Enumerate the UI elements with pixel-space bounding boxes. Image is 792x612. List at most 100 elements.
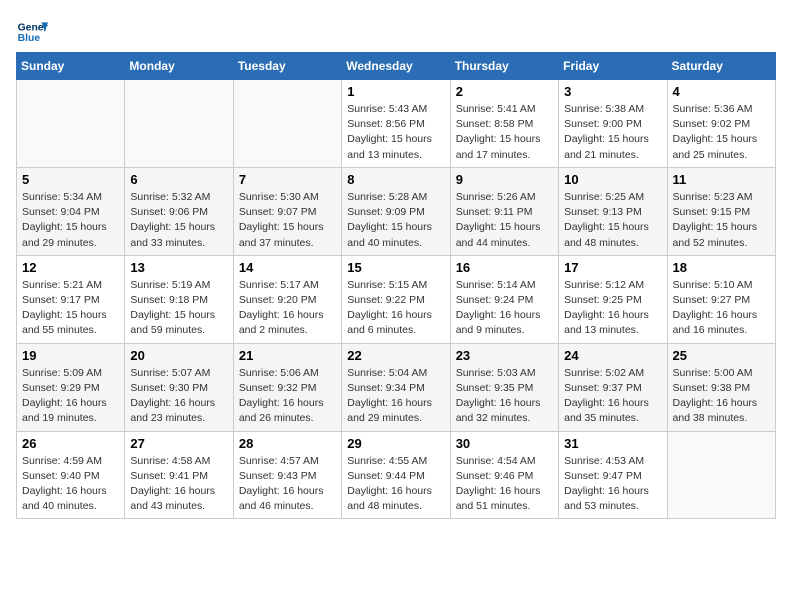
- calendar-cell: 27Sunrise: 4:58 AM Sunset: 9:41 PM Dayli…: [125, 431, 233, 519]
- calendar-cell: 24 Sunrise: 5:02 AM Sunset: 9:37 PM Dayli…: [559, 343, 667, 431]
- calendar-cell: 25 Sunrise: 5:00 AM Sunset: 9:38 PM Dayli…: [667, 343, 775, 431]
- day-info: Sunrise: 5:28 AM Sunset: 9:09 PM Dayligh…: [347, 190, 444, 251]
- day-info: Sunrise: 5:30 AM Sunset: 9:07 PM Dayligh…: [239, 190, 336, 251]
- week-row-3: 12 Sunrise: 5:21 AM Sunset: 9:17 PM Dayli…: [17, 255, 776, 343]
- day-info: Sunrise: 5:32 AM Sunset: 9:06 PM Dayligh…: [130, 190, 227, 251]
- week-row-1: 1Sunrise: 5:43 AM Sunset: 8:56 PM Daylig…: [17, 80, 776, 168]
- day-info: Sunrise: 5:04 AM Sunset: 9:34 PM Dayligh…: [347, 366, 444, 427]
- day-info: Sunrise: 5:36 AM Sunset: 9:02 PM Dayligh…: [673, 102, 770, 163]
- calendar-cell: 15 Sunrise: 5:15 AM Sunset: 9:22 PM Dayli…: [342, 255, 450, 343]
- calendar-cell: [233, 80, 341, 168]
- day-number: 19: [22, 348, 119, 363]
- day-number: 15: [347, 260, 444, 275]
- calendar-cell: 3 Sunrise: 5:38 AM Sunset: 9:00 PM Daylig…: [559, 80, 667, 168]
- day-number: 5: [22, 172, 119, 187]
- day-info: Sunrise: 5:15 AM Sunset: 9:22 PM Dayligh…: [347, 278, 444, 339]
- day-header-tuesday: Tuesday: [233, 53, 341, 80]
- day-info: Sunrise: 4:59 AM Sunset: 9:40 PM Dayligh…: [22, 454, 119, 515]
- day-number: 8: [347, 172, 444, 187]
- calendar-cell: [17, 80, 125, 168]
- day-number: 18: [673, 260, 770, 275]
- day-number: 23: [456, 348, 553, 363]
- calendar-cell: 5 Sunrise: 5:34 AM Sunset: 9:04 PM Daylig…: [17, 167, 125, 255]
- day-info: Sunrise: 5:02 AM Sunset: 9:37 PM Dayligh…: [564, 366, 661, 427]
- day-info: Sunrise: 5:12 AM Sunset: 9:25 PM Dayligh…: [564, 278, 661, 339]
- calendar-cell: [125, 80, 233, 168]
- day-number: 25: [673, 348, 770, 363]
- calendar-cell: 12 Sunrise: 5:21 AM Sunset: 9:17 PM Dayli…: [17, 255, 125, 343]
- week-row-4: 19 Sunrise: 5:09 AM Sunset: 9:29 PM Dayli…: [17, 343, 776, 431]
- day-info: Sunrise: 5:25 AM Sunset: 9:13 PM Dayligh…: [564, 190, 661, 251]
- day-number: 14: [239, 260, 336, 275]
- day-number: 17: [564, 260, 661, 275]
- calendar-cell: 23 Sunrise: 5:03 AM Sunset: 9:35 PM Dayli…: [450, 343, 558, 431]
- day-header-friday: Friday: [559, 53, 667, 80]
- calendar-cell: 10 Sunrise: 5:25 AM Sunset: 9:13 PM Dayli…: [559, 167, 667, 255]
- day-info: Sunrise: 5:06 AM Sunset: 9:32 PM Dayligh…: [239, 366, 336, 427]
- day-info: Sunrise: 4:55 AM Sunset: 9:44 PM Dayligh…: [347, 454, 444, 515]
- calendar-cell: 4 Sunrise: 5:36 AM Sunset: 9:02 PM Daylig…: [667, 80, 775, 168]
- svg-text:Blue: Blue: [18, 33, 41, 44]
- day-info: Sunrise: 5:14 AM Sunset: 9:24 PM Dayligh…: [456, 278, 553, 339]
- day-info: Sunrise: 5:41 AM Sunset: 8:58 PM Dayligh…: [456, 102, 553, 163]
- day-number: 9: [456, 172, 553, 187]
- day-info: Sunrise: 5:03 AM Sunset: 9:35 PM Dayligh…: [456, 366, 553, 427]
- day-header-saturday: Saturday: [667, 53, 775, 80]
- day-number: 20: [130, 348, 227, 363]
- day-info: Sunrise: 5:00 AM Sunset: 9:38 PM Dayligh…: [673, 366, 770, 427]
- day-info: Sunrise: 5:38 AM Sunset: 9:00 PM Dayligh…: [564, 102, 661, 163]
- calendar-cell: 1Sunrise: 5:43 AM Sunset: 8:56 PM Daylig…: [342, 80, 450, 168]
- calendar-cell: 20 Sunrise: 5:07 AM Sunset: 9:30 PM Dayli…: [125, 343, 233, 431]
- day-number: 11: [673, 172, 770, 187]
- day-info: Sunrise: 5:19 AM Sunset: 9:18 PM Dayligh…: [130, 278, 227, 339]
- day-info: Sunrise: 5:34 AM Sunset: 9:04 PM Dayligh…: [22, 190, 119, 251]
- day-number: 4: [673, 84, 770, 99]
- day-info: Sunrise: 5:21 AM Sunset: 9:17 PM Dayligh…: [22, 278, 119, 339]
- day-number: 10: [564, 172, 661, 187]
- calendar-cell: 29 Sunrise: 4:55 AM Sunset: 9:44 PM Dayli…: [342, 431, 450, 519]
- calendar-cell: 21 Sunrise: 5:06 AM Sunset: 9:32 PM Dayli…: [233, 343, 341, 431]
- day-number: 28: [239, 436, 336, 451]
- day-number: 21: [239, 348, 336, 363]
- calendar-cell: 16Sunrise: 5:14 AM Sunset: 9:24 PM Dayli…: [450, 255, 558, 343]
- day-header-sunday: Sunday: [17, 53, 125, 80]
- day-number: 13: [130, 260, 227, 275]
- calendar-cell: 9 Sunrise: 5:26 AM Sunset: 9:11 PM Daylig…: [450, 167, 558, 255]
- day-header-thursday: Thursday: [450, 53, 558, 80]
- calendar-cell: 2Sunrise: 5:41 AM Sunset: 8:58 PM Daylig…: [450, 80, 558, 168]
- day-header-monday: Monday: [125, 53, 233, 80]
- week-row-2: 5 Sunrise: 5:34 AM Sunset: 9:04 PM Daylig…: [17, 167, 776, 255]
- day-info: Sunrise: 5:23 AM Sunset: 9:15 PM Dayligh…: [673, 190, 770, 251]
- calendar-cell: 18 Sunrise: 5:10 AM Sunset: 9:27 PM Dayli…: [667, 255, 775, 343]
- day-info: Sunrise: 5:10 AM Sunset: 9:27 PM Dayligh…: [673, 278, 770, 339]
- calendar-table: SundayMondayTuesdayWednesdayThursdayFrid…: [16, 52, 776, 519]
- calendar-cell: 26Sunrise: 4:59 AM Sunset: 9:40 PM Dayli…: [17, 431, 125, 519]
- day-info: Sunrise: 4:54 AM Sunset: 9:46 PM Dayligh…: [456, 454, 553, 515]
- calendar-cell: 14Sunrise: 5:17 AM Sunset: 9:20 PM Dayli…: [233, 255, 341, 343]
- calendar-cell: 6Sunrise: 5:32 AM Sunset: 9:06 PM Daylig…: [125, 167, 233, 255]
- day-number: 30: [456, 436, 553, 451]
- week-row-5: 26Sunrise: 4:59 AM Sunset: 9:40 PM Dayli…: [17, 431, 776, 519]
- calendar-cell: 30 Sunrise: 4:54 AM Sunset: 9:46 PM Dayli…: [450, 431, 558, 519]
- day-info: Sunrise: 4:57 AM Sunset: 9:43 PM Dayligh…: [239, 454, 336, 515]
- calendar-cell: 28 Sunrise: 4:57 AM Sunset: 9:43 PM Dayli…: [233, 431, 341, 519]
- calendar-cell: 11 Sunrise: 5:23 AM Sunset: 9:15 PM Dayli…: [667, 167, 775, 255]
- day-header-wednesday: Wednesday: [342, 53, 450, 80]
- day-info: Sunrise: 5:26 AM Sunset: 9:11 PM Dayligh…: [456, 190, 553, 251]
- day-number: 24: [564, 348, 661, 363]
- day-info: Sunrise: 5:07 AM Sunset: 9:30 PM Dayligh…: [130, 366, 227, 427]
- logo-icon: General Blue: [16, 16, 48, 48]
- calendar-cell: 13 Sunrise: 5:19 AM Sunset: 9:18 PM Dayli…: [125, 255, 233, 343]
- calendar-cell: 8 Sunrise: 5:28 AM Sunset: 9:09 PM Daylig…: [342, 167, 450, 255]
- day-number: 12: [22, 260, 119, 275]
- calendar-cell: [667, 431, 775, 519]
- day-number: 29: [347, 436, 444, 451]
- calendar-cell: 31Sunrise: 4:53 AM Sunset: 9:47 PM Dayli…: [559, 431, 667, 519]
- calendar-cell: 22Sunrise: 5:04 AM Sunset: 9:34 PM Dayli…: [342, 343, 450, 431]
- header: General Blue: [16, 16, 776, 48]
- day-number: 27: [130, 436, 227, 451]
- day-number: 7: [239, 172, 336, 187]
- day-info: Sunrise: 5:09 AM Sunset: 9:29 PM Dayligh…: [22, 366, 119, 427]
- logo: General Blue: [16, 16, 48, 48]
- day-number: 3: [564, 84, 661, 99]
